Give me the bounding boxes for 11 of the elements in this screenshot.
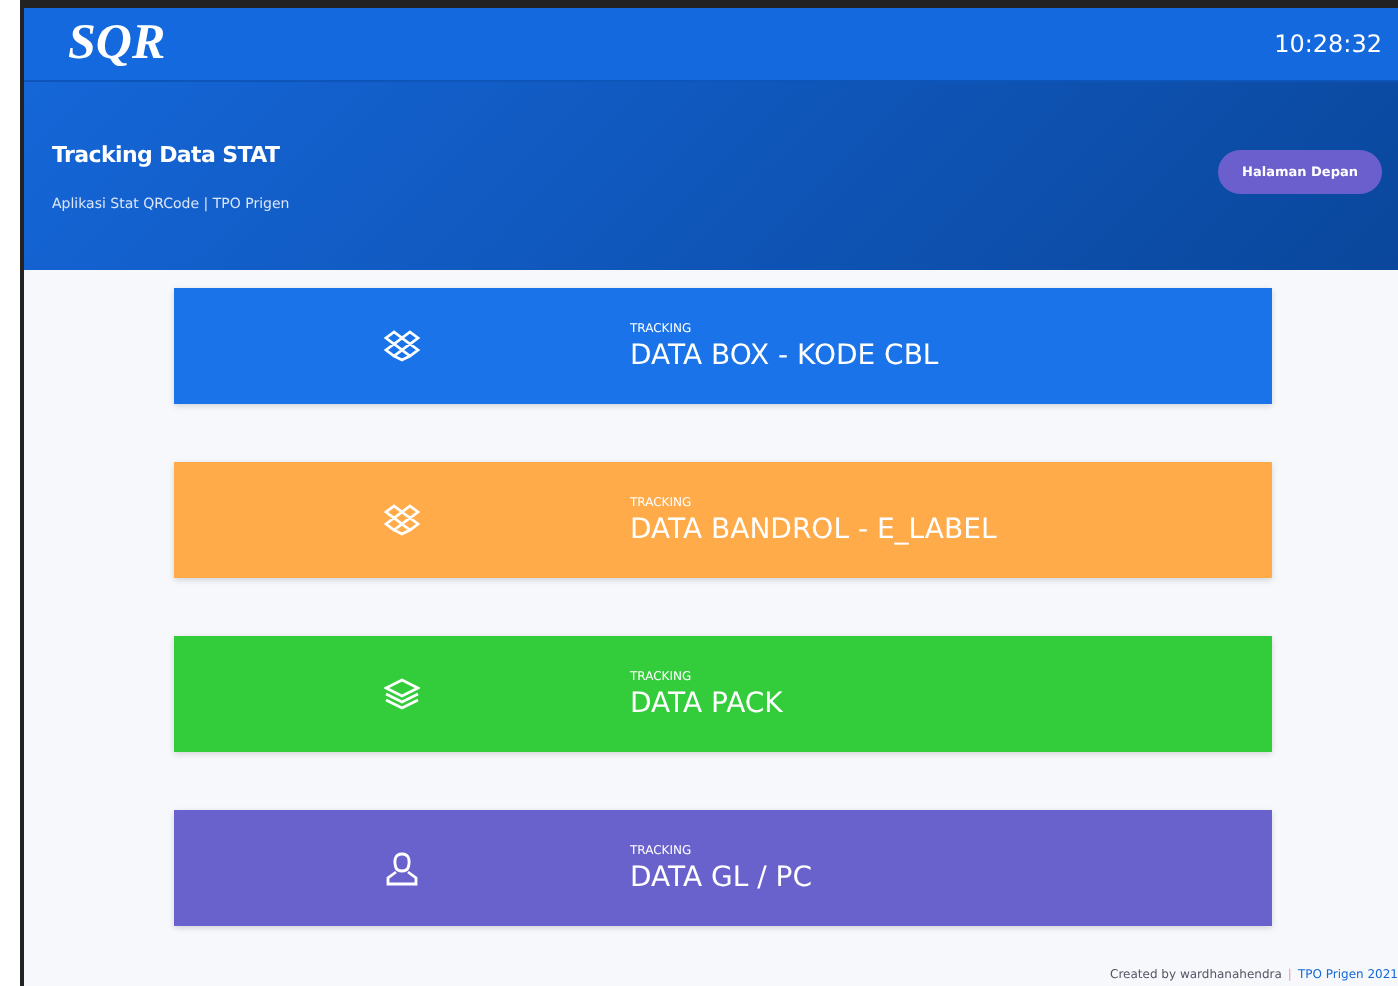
card-title: DATA PACK <box>630 687 783 719</box>
logo[interactable]: SQR <box>68 16 166 72</box>
page-title: Tracking Data STAT <box>52 141 282 167</box>
box-icon <box>384 330 420 362</box>
card-title: DATA BANDROL - E_LABEL <box>630 513 997 545</box>
card-title: DATA BOX - KODE CBL <box>630 339 939 371</box>
person-icon <box>384 851 420 885</box>
card-title: DATA GL / PC <box>630 861 812 893</box>
box-icon <box>384 504 420 536</box>
clock-time: 10:28:32 <box>1274 30 1382 58</box>
layers-icon <box>384 678 420 710</box>
